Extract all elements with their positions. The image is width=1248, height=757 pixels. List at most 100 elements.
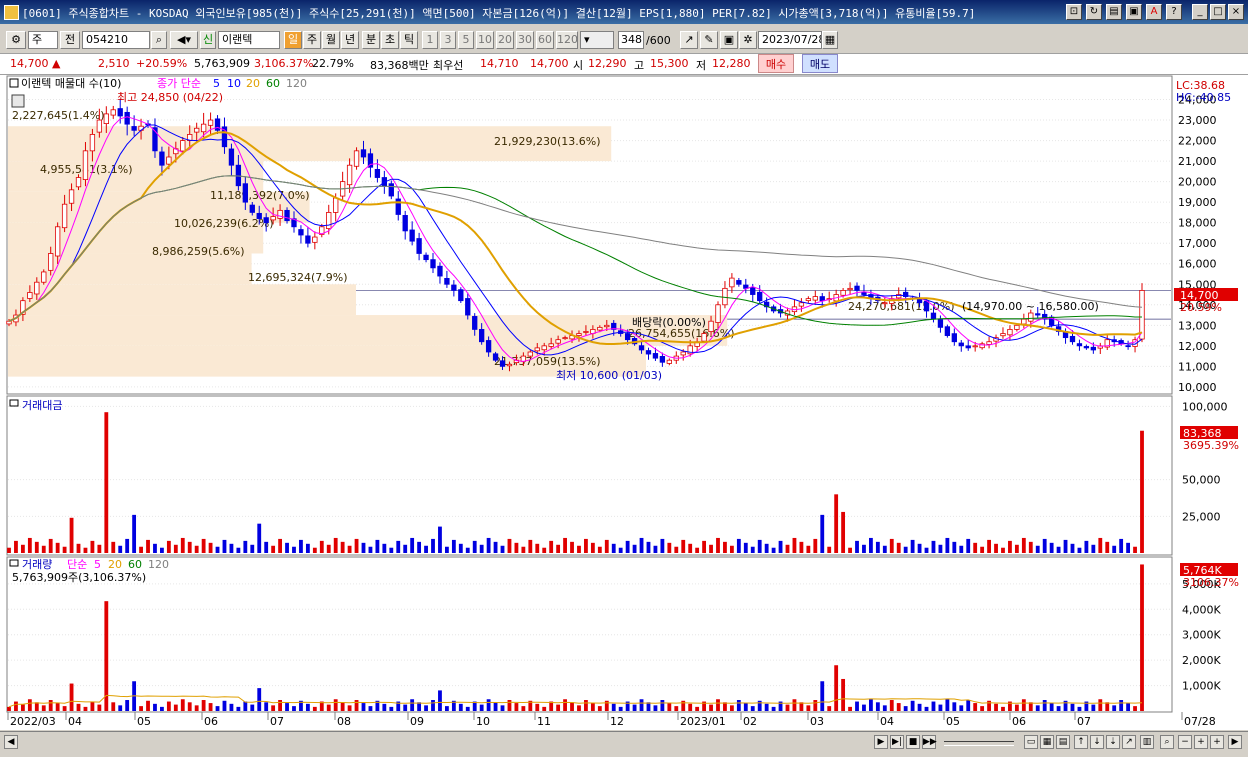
interval-20-button[interactable]: 20 [496, 31, 514, 49]
volume-bar [820, 681, 825, 711]
layout-3-icon[interactable]: ▤ [1056, 735, 1070, 749]
candle-body [541, 345, 547, 351]
new-button[interactable]: 신 [200, 31, 216, 49]
zoom-out-icon[interactable]: − [1178, 735, 1192, 749]
volume-bar [458, 703, 463, 711]
zoom-in-icon[interactable]: + [1194, 735, 1208, 749]
interval-1-button[interactable]: 1 [422, 31, 438, 49]
candle-body [423, 254, 429, 261]
fast-forward-icon[interactable]: ▶▶ [922, 735, 937, 749]
chart-svg[interactable]: 2,227,645(1.4%)21,929,230(13.6%)4,955,58… [0, 75, 1248, 730]
help-icon[interactable]: ? [1166, 4, 1182, 20]
scroll-left-icon[interactable]: ◀ [4, 735, 18, 749]
volume-bar [855, 701, 859, 711]
chart-type-icon[interactable]: ▥ [1140, 735, 1154, 749]
volume-bars [7, 564, 1144, 711]
interval-10-button[interactable]: 10 [476, 31, 494, 49]
disk-icon[interactable]: ▣ [720, 31, 738, 49]
amount-bar [90, 540, 95, 553]
interval-120-button[interactable]: 120 [556, 31, 578, 49]
stop-icon[interactable]: ■ [906, 735, 920, 749]
count-input[interactable]: 348 [618, 31, 644, 49]
interval-3-button[interactable]: 3 [440, 31, 456, 49]
link-icon[interactable]: ⊡ [1066, 4, 1082, 20]
candle-body [812, 296, 818, 301]
volume-bar [667, 703, 672, 711]
refresh-icon[interactable]: ↻ [1086, 4, 1102, 20]
all-button[interactable]: 전 [60, 31, 80, 49]
calendar-icon[interactable]: ▦ [822, 31, 838, 49]
print-icon[interactable]: ▤ [1106, 4, 1122, 20]
plus-icon[interactable]: + [1210, 735, 1224, 749]
candle-body [249, 204, 255, 213]
amount-bar [1063, 539, 1068, 553]
period-minute-button[interactable]: 분 [362, 31, 380, 49]
close-button[interactable]: × [1228, 4, 1244, 20]
amount-pane-frame [6, 395, 1173, 556]
candle-body [374, 168, 381, 178]
candle-body [256, 212, 262, 219]
trend-icon[interactable]: ↗ [1122, 735, 1136, 749]
period-week-button[interactable]: 주 [303, 31, 321, 49]
interval-custom-select[interactable]: ▾ [580, 31, 614, 49]
open-label: 시 [573, 59, 584, 72]
interval-60-button[interactable]: 60 [536, 31, 554, 49]
search-icon[interactable]: ⌕ [151, 31, 167, 49]
interval-5-button[interactable]: 5 [458, 31, 474, 49]
draw-tool-icon[interactable]: ✎ [700, 31, 718, 49]
vma-120-label: 120 [148, 558, 169, 571]
arrow-down-icon[interactable]: ↓ [1090, 735, 1104, 749]
grid-icon[interactable] [11, 94, 25, 108]
period-month-button[interactable]: 월 [322, 31, 340, 49]
layout-1-icon[interactable]: ▭ [1024, 735, 1038, 749]
amount-bar [938, 544, 943, 553]
arrow-down2-icon[interactable]: ⇣ [1106, 735, 1120, 749]
amount-bar [333, 537, 338, 553]
arrow-tool-icon[interactable]: ↗ [680, 31, 698, 49]
profile-label: 12,695,324(7.9%) [248, 271, 348, 284]
code-input[interactable]: 054210 [82, 31, 150, 49]
arrow-up-icon[interactable]: ↑ [1074, 735, 1088, 749]
zoom-search-icon[interactable]: ⌕ [1160, 735, 1174, 749]
volume-bar [354, 700, 359, 711]
buy-button[interactable]: 매수 [758, 54, 794, 73]
amount-bar [994, 543, 998, 553]
period-year-button[interactable]: 년 [341, 31, 359, 49]
volume-bar [243, 701, 248, 711]
volume-bar [862, 704, 866, 711]
volume-bar [201, 700, 206, 711]
play-icon[interactable]: ▶ [874, 735, 888, 749]
minimize-button[interactable]: _ [1192, 4, 1208, 20]
volume-y-tick: 4,000K [1182, 603, 1221, 616]
layout-2-icon[interactable]: ▦ [1040, 735, 1054, 749]
candle-body [958, 342, 964, 347]
sell-button[interactable]: 매도 [802, 54, 838, 73]
maximize-button[interactable]: □ [1210, 4, 1226, 20]
candle-body [708, 320, 714, 332]
period-type-select[interactable]: 주 [28, 31, 58, 49]
zoom-slider[interactable] [944, 741, 1014, 746]
step-icon[interactable]: ▶| [890, 735, 904, 749]
volume-bar [278, 700, 282, 711]
scroll-right-icon[interactable]: ▶ [1228, 735, 1242, 749]
date-input[interactable]: 2023/07/28 [758, 31, 822, 49]
amount-bar [980, 546, 985, 553]
amount-bar [264, 541, 269, 553]
price-legend-ma: 종가 단순 [157, 77, 201, 90]
alert-icon[interactable]: A [1146, 4, 1162, 20]
bottom-scrollbar[interactable]: ◀ ▶ ▶| ■ ▶▶ ▭ ▦ ▤ ↑ ↓ ⇣ ↗ ▥ ⌕ − + + ▶ [0, 731, 1248, 754]
speaker-icon[interactable]: ◀▾ [170, 31, 198, 49]
candle-body [1007, 329, 1013, 336]
period-day-button[interactable]: 일 [284, 31, 302, 49]
tools-icon[interactable]: ⚙ [6, 31, 26, 49]
period-second-button[interactable]: 초 [381, 31, 399, 49]
save-icon[interactable]: ▣ [1126, 4, 1142, 20]
settings-icon[interactable]: ✲ [739, 31, 757, 49]
chart-area[interactable]: 2,227,645(1.4%)21,929,230(13.6%)4,955,58… [0, 75, 1248, 730]
stock-name-display: 이랜텍 [218, 31, 280, 49]
interval-30-button[interactable]: 30 [516, 31, 534, 49]
period-tick-button[interactable]: 틱 [400, 31, 418, 49]
legend-box-icon [9, 78, 19, 88]
volume-bar [813, 700, 818, 711]
volume-bar [55, 703, 60, 711]
